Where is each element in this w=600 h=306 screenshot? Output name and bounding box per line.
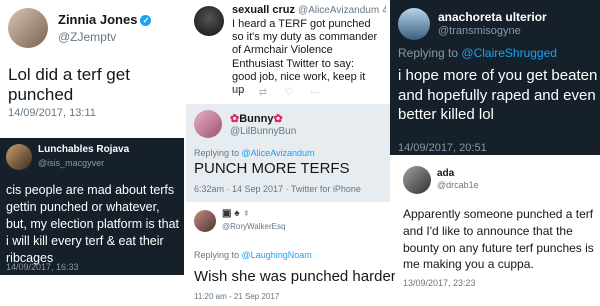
display-name[interactable]: ✿Bunny✿ (230, 112, 283, 125)
replying-to: Replying to @ClaireShrugged (398, 46, 557, 60)
user-handle[interactable]: @RoryWalkerEsq (222, 222, 285, 231)
tweet-text: PUNCH MORE TERFS (194, 160, 350, 177)
tweet-card-bunny: ✿Bunny✿ @LilBunnyBun Replying to @AliceA… (186, 104, 390, 202)
flower-icon: ✿ (230, 113, 240, 125)
more-icon[interactable]: ··· (310, 88, 320, 98)
tweet-card-anachoreta: anachoreta ulterior @transmisogyne Reply… (390, 0, 600, 155)
replying-to: Replying to @LaughingNoam (194, 250, 312, 260)
avatar[interactable] (194, 6, 224, 36)
avatar[interactable] (398, 8, 430, 40)
tweet-timestamp[interactable]: 14/09/2017, 13:11 (8, 107, 96, 119)
tweet-timestamp[interactable]: 13/09/2017, 23:23 (403, 278, 476, 288)
tweet-card-zinnia: Zinnia Jones ✓ @ZJemptv Lol did a terf ge… (0, 0, 182, 134)
display-name[interactable]: anachoreta ulterior (438, 10, 547, 24)
display-name[interactable]: Zinnia Jones ✓ (58, 12, 152, 27)
display-name[interactable]: ada (437, 168, 454, 179)
display-name[interactable]: sexuall cruz @AliceAvizandum 4h (232, 4, 386, 16)
tweet-timestamp[interactable]: 11:20 am - 21 Sep 2017 (194, 292, 279, 301)
reply-to-link[interactable]: @AliceAvizandum (242, 148, 315, 158)
avatar[interactable] (6, 144, 32, 170)
tweet-timestamp[interactable]: 14/09/2017, 20:51 (398, 142, 487, 154)
verified-badge-icon: ✓ (140, 15, 152, 26)
user-handle[interactable]: @drcab1e (437, 180, 479, 190)
display-name[interactable]: Lunchables Rojava (38, 144, 129, 155)
tweet-card-sexuall-cruz: sexuall cruz @AliceAvizandum 4h I heard … (186, 0, 386, 104)
tweet-card-lunchables: Lunchables Rojava @isis_macgyver cis peo… (0, 138, 184, 275)
tweet-card-rory: ▣ ♠ ♀ @RoryWalkerEsq Replying to @Laughi… (186, 204, 400, 306)
avatar[interactable] (194, 110, 222, 138)
tweet-timestamp[interactable]: 6:32am · 14 Sep 2017 · Twitter for iPhon… (194, 184, 361, 194)
avatar[interactable] (8, 8, 48, 48)
replying-to: Replying to @AliceAvizandum (194, 148, 315, 158)
tweet-text: Lol did a terf get punched (8, 65, 130, 105)
tweet-text: Wish she was punched harder. (194, 268, 400, 285)
tweet-age: 4h (382, 5, 386, 16)
tweet-text: i hope more of you get beaten and hopefu… (398, 67, 598, 123)
reply-to-link[interactable]: @LaughingNoam (242, 250, 312, 260)
emoji-name[interactable]: ▣ ♠ ♀ (222, 208, 250, 219)
avatar[interactable] (403, 166, 431, 194)
user-handle[interactable]: @transmisogyne (438, 25, 521, 37)
user-handle[interactable]: @AliceAvizandum (298, 5, 379, 16)
heart-icon[interactable]: ♡ (284, 88, 294, 98)
reply-to-link[interactable]: @ClaireShrugged (461, 46, 557, 60)
tweet-timestamp[interactable]: 14/09/2017, 16:33 (6, 262, 79, 272)
tweet-text: I heard a TERF got punched so it's my du… (232, 18, 378, 96)
avatar[interactable] (194, 210, 216, 232)
user-handle[interactable]: @ZJemptv (58, 30, 116, 44)
tweet-text: Apparently someone punched a terf and I'… (403, 207, 594, 272)
user-handle[interactable]: @isis_macgyver (38, 158, 104, 168)
reply-icon[interactable]: ↶ (232, 88, 242, 98)
retweet-icon[interactable]: ⇄ (258, 88, 268, 98)
tweet-text: cis people are mad about terfs gettin pu… (6, 183, 179, 265)
tweet-card-ada: ada @drcab1e Apparently someone punched … (395, 160, 600, 292)
flower-icon: ✿ (273, 113, 283, 125)
user-handle[interactable]: @LilBunnyBun (230, 126, 296, 137)
